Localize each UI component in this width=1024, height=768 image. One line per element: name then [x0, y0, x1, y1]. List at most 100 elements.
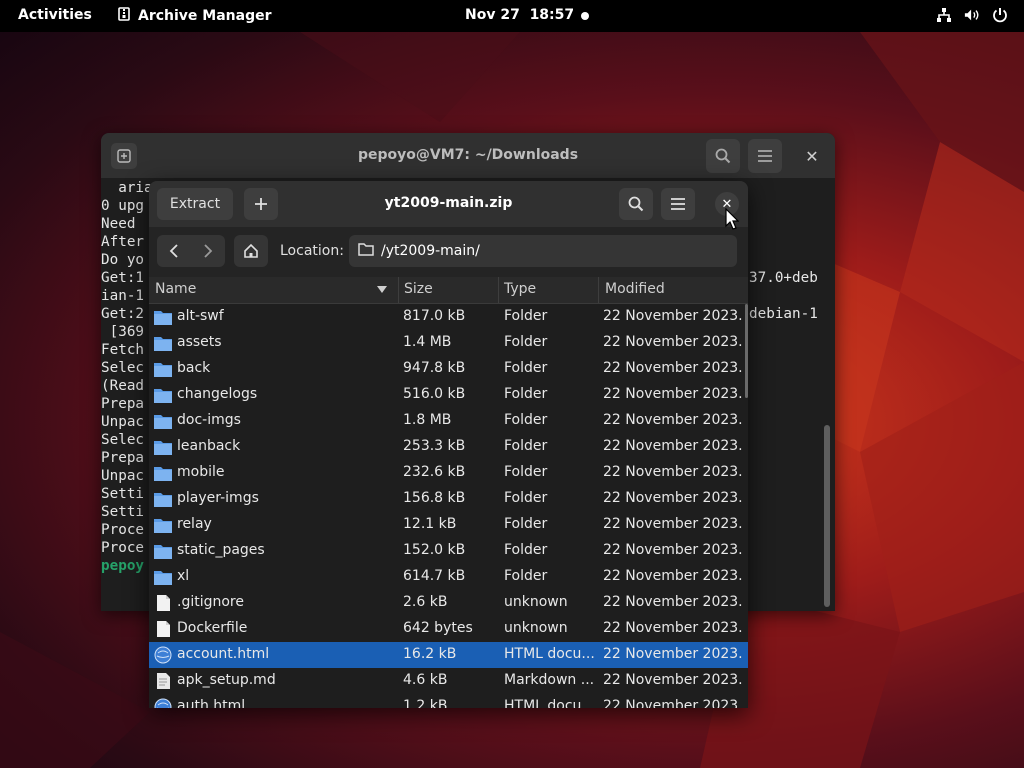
file-modified: 22 November 2023...: [603, 672, 743, 688]
file-row[interactable]: player-imgs 156.8 kB Folder 22 November 202…: [149, 486, 748, 512]
file-modified: 22 November 2023...: [603, 490, 743, 506]
terminal-line: Unpac: [101, 468, 145, 484]
file-row[interactable]: Dockerfile 642 bytes unknown 22 November 20…: [149, 616, 748, 642]
terminal-line: Fetch: [101, 342, 145, 358]
file-row[interactable]: apk_setup.md 4.6 kB Markdown ... 22 Novembe…: [149, 668, 748, 694]
file-modified: 22 November 2023...: [603, 594, 743, 610]
archive-menu-button[interactable]: [661, 188, 695, 220]
folder-icon: [154, 568, 172, 586]
terminal-line: Setti: [101, 504, 145, 520]
file-name: doc-imgs: [177, 412, 241, 428]
file-list[interactable]: Name Size Type Modified alt-swf 817.0 kB F…: [149, 277, 748, 708]
file-row[interactable]: xl 614.7 kB Folder 22 November 2023...: [149, 564, 748, 590]
file-modified: 22 November 2023...: [603, 646, 743, 662]
clock[interactable]: Nov 27 18:57: [465, 7, 574, 23]
column-name[interactable]: Name: [155, 281, 196, 297]
file-size: 614.7 kB: [403, 568, 466, 584]
power-icon: [992, 6, 1008, 24]
terminal-line: Selec: [101, 432, 145, 448]
folder-icon: [154, 542, 172, 560]
file-row[interactable]: auth.html 1.2 kB HTML docu... 22 November 2…: [149, 694, 748, 708]
file-row[interactable]: back 947.8 kB Folder 22 November 2023...: [149, 356, 748, 382]
column-modified[interactable]: Modified: [605, 281, 665, 297]
terminal-line-tail: debian-1: [749, 306, 818, 322]
file-row[interactable]: static_pages 152.0 kB Folder 22 November 20…: [149, 538, 748, 564]
archive-manager-icon: [118, 7, 130, 25]
file-icon: [154, 594, 172, 612]
terminal-line: ian-1: [101, 288, 145, 304]
file-row[interactable]: relay 12.1 kB Folder 22 November 2023...: [149, 512, 748, 538]
terminal-headerbar[interactable]: pepoyo@VM7: ~/Downloads ✕: [101, 133, 835, 178]
file-size: 516.0 kB: [403, 386, 466, 402]
archive-headerbar[interactable]: Extract yt2009-main.zip ✕: [149, 181, 748, 227]
hamburger-icon: [758, 150, 772, 162]
file-name: assets: [177, 334, 222, 350]
file-row[interactable]: account.html 16.2 kB HTML docu... 22 Novemb…: [149, 642, 748, 668]
text-file-icon: [154, 672, 172, 690]
app-menu[interactable]: Archive Manager: [118, 7, 272, 25]
chevron-left-icon: [169, 244, 178, 258]
back-button[interactable]: [157, 235, 191, 267]
terminal-line: Do yo: [101, 252, 145, 268]
file-size: 642 bytes: [403, 620, 473, 636]
file-modified: 22 November 2023...: [603, 464, 743, 480]
column-type[interactable]: Type: [504, 281, 536, 297]
folder-icon: [154, 516, 172, 534]
file-modified: 22 November 2023...: [603, 620, 743, 636]
file-type: Folder: [504, 412, 548, 428]
folder-icon: [154, 360, 172, 378]
location-field[interactable]: /yt2009-main/: [349, 235, 737, 267]
terminal-close-button[interactable]: ✕: [801, 145, 823, 167]
file-type: Folder: [504, 542, 548, 558]
file-type: unknown: [504, 620, 568, 636]
column-header: Name Size Type Modified: [149, 277, 748, 304]
terminal-line: Unpac: [101, 414, 145, 430]
sort-down-icon[interactable]: [377, 286, 387, 293]
location-bar: Location: /yt2009-main/: [149, 227, 748, 277]
file-modified: 22 November 2023...: [603, 334, 743, 350]
file-row[interactable]: doc-imgs 1.8 MB Folder 22 November 2023...: [149, 408, 748, 434]
terminal-line: Selec: [101, 360, 145, 376]
archive-manager-window[interactable]: Extract yt2009-main.zip ✕ Location: /yt2…: [149, 181, 748, 708]
file-name: Dockerfile: [177, 620, 248, 636]
file-type: Folder: [504, 334, 548, 350]
file-type: Folder: [504, 490, 548, 506]
file-row[interactable]: alt-swf 817.0 kB Folder 22 November 2023...: [149, 304, 748, 330]
file-modified: 22 November 2023...: [603, 412, 743, 428]
file-type: Folder: [504, 464, 548, 480]
file-size: 817.0 kB: [403, 308, 466, 324]
file-row[interactable]: assets 1.4 MB Folder 22 November 2023...: [149, 330, 748, 356]
file-row[interactable]: mobile 232.6 kB Folder 22 November 2023...: [149, 460, 748, 486]
forward-button[interactable]: [191, 235, 225, 267]
file-size: 1.2 kB: [403, 698, 448, 708]
terminal-menu-button[interactable]: [748, 139, 782, 173]
home-button[interactable]: [234, 235, 268, 267]
terminal-search-button[interactable]: [706, 139, 740, 173]
terminal-line: 0 upg: [101, 198, 145, 214]
terminal-scrollbar[interactable]: [824, 425, 830, 607]
folder-icon: [154, 412, 172, 430]
terminal-line: Prepa: [101, 396, 145, 412]
file-row[interactable]: .gitignore 2.6 kB unknown 22 November 2023.…: [149, 590, 748, 616]
search-icon: [628, 196, 644, 212]
file-modified: 22 November 2023...: [603, 308, 743, 324]
file-size: 156.8 kB: [403, 490, 466, 506]
file-modified: 22 November 2023...: [603, 698, 743, 708]
file-list-scrollbar[interactable]: [745, 304, 748, 398]
file-type: HTML docu...: [504, 646, 594, 662]
folder-icon: [154, 490, 172, 508]
file-modified: 22 November 2023...: [603, 386, 743, 402]
file-modified: 22 November 2023...: [603, 360, 743, 376]
activities-button[interactable]: Activities: [18, 7, 92, 23]
file-name: account.html: [177, 646, 270, 662]
column-size[interactable]: Size: [404, 281, 433, 297]
file-size: 16.2 kB: [403, 646, 457, 662]
file-row[interactable]: changelogs 516.0 kB Folder 22 November 2023…: [149, 382, 748, 408]
file-size: 1.8 MB: [403, 412, 452, 428]
folder-icon: [154, 464, 172, 482]
file-name: relay: [177, 516, 212, 532]
file-name: changelogs: [177, 386, 258, 402]
system-tray[interactable]: [936, 6, 1008, 24]
file-row[interactable]: leanback 253.3 kB Folder 22 November 2023..…: [149, 434, 748, 460]
archive-search-button[interactable]: [619, 188, 653, 220]
